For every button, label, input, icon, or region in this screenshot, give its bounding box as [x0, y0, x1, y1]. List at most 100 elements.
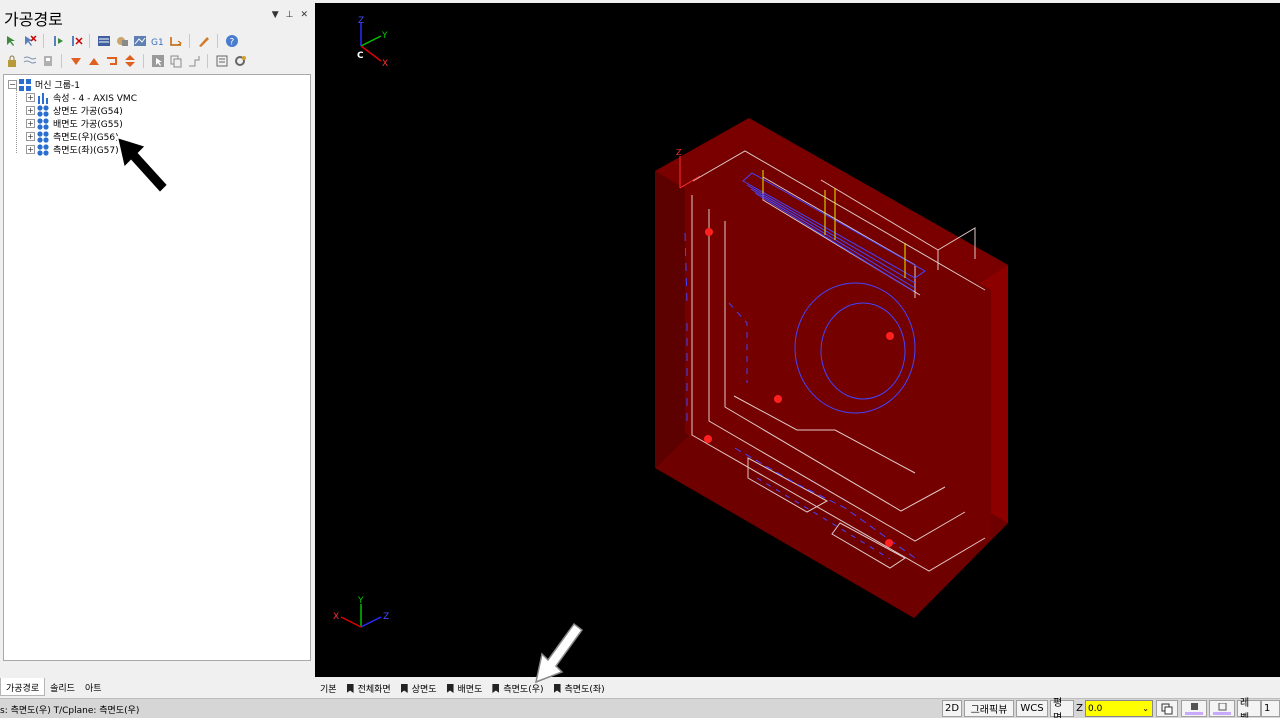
axis-y-label: Y: [381, 31, 388, 41]
tree-item-left-side[interactable]: + 측면도(좌)(G57): [26, 143, 119, 156]
pointer-arrow-black: [115, 135, 170, 195]
top-axis-gnomon: Z Y X C: [357, 16, 388, 69]
app-window: 가공경로 ▼ ⊥ ✕ G1 ? − 머신 그룹-1 + 속성 - 4 - AXI…: [0, 0, 1280, 718]
settings-icon[interactable]: [232, 53, 247, 68]
select-all-icon[interactable]: [4, 33, 19, 48]
deselect-icon[interactable]: [22, 33, 37, 48]
view-axis-gnomon: Y X Z: [333, 596, 389, 628]
ops-manager-icon[interactable]: [214, 53, 229, 68]
plane-button[interactable]: 평면: [1050, 698, 1074, 718]
view-tab-back[interactable]: 배면도: [442, 680, 488, 698]
expand-icon[interactable]: +: [26, 145, 35, 154]
panel-title: 가공경로: [4, 10, 63, 29]
reorder-icon[interactable]: [122, 53, 137, 68]
z-depth-value: 0.0: [1088, 703, 1103, 714]
graphics-viewport[interactable]: Z Y X C Z Y X Z: [315, 3, 1280, 677]
level-input[interactable]: 1: [1261, 700, 1280, 717]
expand-icon[interactable]: +: [26, 132, 35, 141]
tree-item-label: 측면도(좌)(G57): [53, 146, 119, 156]
bookmark-icon: [446, 684, 454, 693]
tree-item-properties[interactable]: + 속성 - 4 - AXIS VMC: [26, 91, 137, 104]
pointer-arrow-white: [534, 622, 584, 684]
tree-item-top-machining[interactable]: + 상면도 가공(G54): [26, 104, 123, 117]
regen-dirty-icon[interactable]: [68, 33, 83, 48]
z-label: Z: [1076, 703, 1083, 714]
wcs-button[interactable]: WCS: [1016, 700, 1048, 717]
graphic-view-button[interactable]: 그래픽뷰: [964, 700, 1014, 717]
named-view-bar: 기본 전체화면 상면도 배면도 측면도(우) 측면도(좌): [315, 679, 1280, 698]
verify-icon[interactable]: [114, 33, 129, 48]
wireframe-button[interactable]: [1209, 700, 1235, 717]
toolpath-panel: 가공경로 ▼ ⊥ ✕ G1 ? − 머신 그룹-1 + 속성 - 4 - AXI…: [0, 0, 314, 698]
toggle-post-icon[interactable]: [40, 53, 55, 68]
insert-arrow-icon[interactable]: [104, 53, 119, 68]
color-swatch-icon: [1161, 703, 1173, 714]
view-axis-z-label: Z: [383, 612, 389, 622]
part-axis-z-label: Z: [676, 148, 682, 157]
chevron-down-icon[interactable]: ⌄: [1142, 704, 1149, 713]
move-up-icon[interactable]: [86, 53, 101, 68]
tree-root[interactable]: − 머신 그룹-1: [8, 78, 80, 91]
regen-selected-icon[interactable]: [50, 33, 65, 48]
tree-item-label: 속성 - 4 - AXIS VMC: [53, 94, 137, 104]
tree-item-label: 측면도(우)(G56): [53, 133, 119, 143]
view-tab-fullscreen[interactable]: 전체화면: [342, 680, 396, 698]
display-selected-icon[interactable]: [150, 53, 165, 68]
toolpath-group-icon: [37, 117, 49, 130]
lock-icon[interactable]: [4, 53, 19, 68]
tab-art[interactable]: 아트: [80, 678, 107, 696]
model-scene: Z Y X C Z Y X Z: [333, 16, 1008, 628]
bookmark-icon: [492, 684, 500, 693]
z-depth-input[interactable]: 0.0 ⌄: [1085, 700, 1153, 717]
panel-controls: ▼ ⊥ ✕: [272, 10, 308, 20]
tree-item-right-side[interactable]: + 측면도(우)(G56): [26, 130, 119, 143]
tool-icon[interactable]: [186, 53, 201, 68]
tree-item-label: 상면도 가공(G54): [53, 107, 123, 117]
expand-icon[interactable]: +: [26, 93, 35, 102]
backplot-icon[interactable]: [96, 33, 111, 48]
view-tab-top[interactable]: 상면도: [396, 680, 442, 698]
expand-icon[interactable]: +: [26, 106, 35, 115]
toggle-display-icon[interactable]: [22, 53, 37, 68]
svg-text:G1: G1: [151, 38, 164, 48]
toolpath-group-icon: [37, 143, 49, 156]
properties-icon: [38, 92, 48, 104]
status-plane-text: s: 측면도(우) T/Cplane: 측면도(우): [0, 706, 140, 716]
toolpath-group-icon: [37, 130, 49, 143]
tree-item-back-machining[interactable]: + 배면도 가공(G55): [26, 117, 123, 130]
tree-root-label: 머신 그룹-1: [35, 81, 80, 91]
move-down-icon[interactable]: [68, 53, 83, 68]
view-axis-y-label: Y: [357, 596, 364, 606]
toolpath-group-icon: [37, 104, 49, 117]
toolbar-row-1: G1 ?: [4, 33, 239, 48]
axis-c-label: C: [357, 51, 364, 61]
help-icon[interactable]: ?: [224, 33, 239, 48]
view-axis-x-label: X: [333, 612, 339, 622]
color-button[interactable]: [1156, 700, 1178, 717]
high-feed-icon[interactable]: [168, 33, 183, 48]
tab-toolpaths[interactable]: 가공경로: [0, 678, 46, 696]
wireframe-icon: [1213, 702, 1231, 715]
panel-close-icon[interactable]: ✕: [300, 10, 308, 20]
view-tab-label: 상면도: [411, 685, 437, 695]
tab-solids[interactable]: 솔리드: [45, 678, 80, 696]
view-tab-label: 배면도: [457, 685, 483, 695]
part-model[interactable]: Z: [655, 118, 1008, 618]
simulate-icon[interactable]: [132, 33, 147, 48]
collapse-icon[interactable]: −: [8, 80, 17, 89]
view-tab-basic[interactable]: 기본: [315, 680, 342, 698]
bookmark-icon: [400, 684, 408, 693]
svg-text:?: ?: [229, 37, 234, 47]
panel-pin-icon[interactable]: ⊥: [286, 10, 294, 20]
tree-item-label: 배면도 가공(G55): [53, 120, 123, 130]
edit-icon[interactable]: [196, 33, 211, 48]
level-label: 레벨: [1237, 698, 1261, 718]
panel-menu-icon[interactable]: ▼: [272, 10, 279, 20]
status-bar: s: 측면도(우) T/Cplane: 측면도(우) 2D 그래픽뷰 WCS 평…: [0, 698, 1280, 718]
bookmark-icon: [346, 684, 354, 693]
copy-icon[interactable]: [168, 53, 183, 68]
mode-2d-button[interactable]: 2D: [942, 700, 962, 717]
post-g1-icon[interactable]: G1: [150, 33, 165, 48]
shading-button[interactable]: [1181, 700, 1207, 717]
expand-icon[interactable]: +: [26, 119, 35, 128]
